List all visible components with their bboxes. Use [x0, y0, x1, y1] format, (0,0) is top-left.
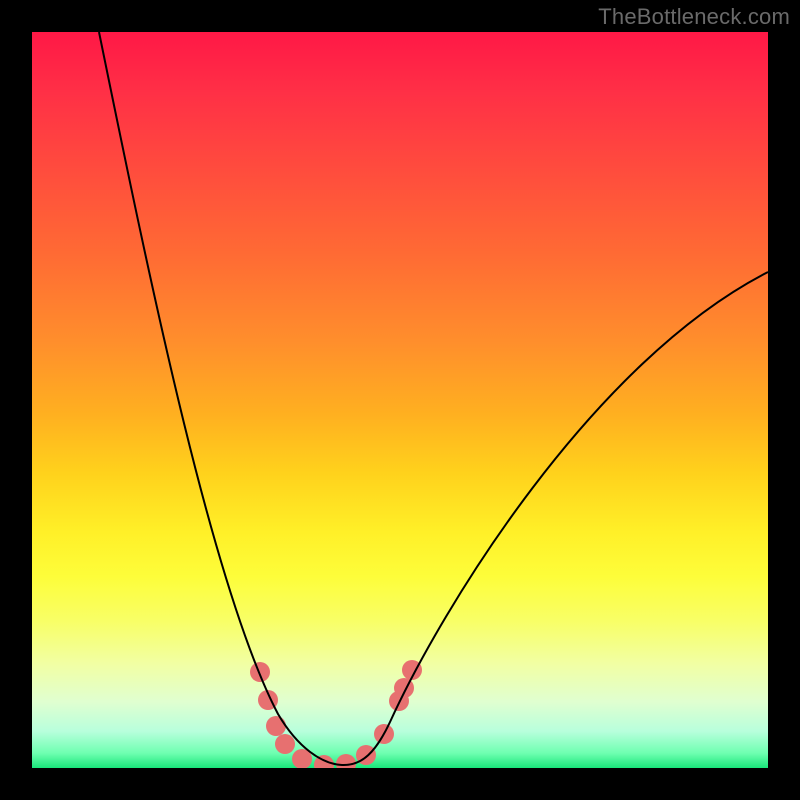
watermark-text: TheBottleneck.com	[598, 4, 790, 30]
chart-frame: TheBottleneck.com	[0, 0, 800, 800]
plot-area	[32, 32, 768, 768]
bottleneck-curve	[32, 32, 768, 768]
curve-path	[99, 32, 768, 765]
